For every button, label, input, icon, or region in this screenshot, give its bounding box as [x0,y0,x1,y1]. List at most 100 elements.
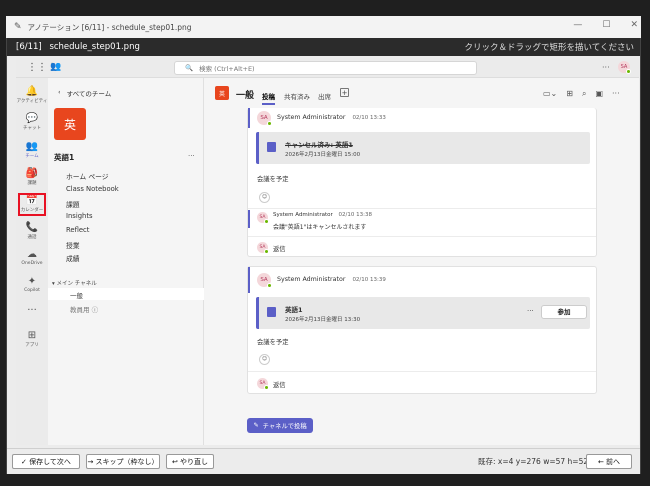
rail-item-apps[interactable]: ⊞ アプリ [16,330,48,348]
skip-button[interactable]: → スキップ（枠なし） [86,454,160,469]
reply-button[interactable]: 返信 [273,380,286,389]
tab-posts[interactable]: 投稿 [262,91,275,105]
feather-icon: ✎ [14,22,22,32]
nav-classes[interactable]: 授業 [66,240,80,250]
user-avatar[interactable]: SA [618,61,631,74]
calendar-icon [267,142,276,152]
team-tile: 英 [54,108,86,140]
save-next-button[interactable]: ✓ 保存して次へ [12,454,80,469]
status-text: 既存: x=4 y=276 w=57 h=52 [478,457,589,466]
annotation-banner: [6/11] schedule_step01.png クリック＆ドラッグで矩形を… [7,38,640,56]
rail-item-copilot[interactable]: ✦ Copilot [16,276,48,293]
meeting-title: 英語1 [285,306,303,314]
minimize-button[interactable]: — [573,20,582,30]
teams-logo-icon: 👥 [50,62,62,72]
post-card: SA System Administrator 02/10 13:39 英語1 … [247,266,597,394]
channel-teachers[interactable]: 教員用 ⓘ [70,304,98,314]
nav-home[interactable]: ホーム ページ [66,171,109,181]
channel-tile: 英 [215,86,229,100]
search-channel-icon[interactable]: ⌕ [582,89,586,99]
cloud-icon: ☁ [27,249,37,260]
post-card: SA System Administrator 02/10 13:33 キャンセ… [247,108,597,257]
author-name: System Administrator [277,114,346,121]
reply-text: 会議"英語1"はキャンセルされます [273,224,367,231]
search-placeholder: 検索 (Ctrl+Alt+E) [199,65,255,73]
copilot-icon: ✦ [27,276,37,287]
meeting-time: 2026年2月13日金曜日 13:30 [285,317,361,323]
meeting-time: 2026年2月13日金曜日 15:00 [285,152,361,158]
channel-title: 一般 [236,91,255,101]
chevron-left-icon: ‹ [58,88,61,96]
redo-button[interactable]: ↩ やり直し [166,454,214,469]
meeting-title: キャンセル済み: 英語1 [285,141,353,149]
author-avatar: SA [257,111,272,126]
grid-icon[interactable]: ⊞ [566,89,573,99]
expand-icon[interactable]: ▣ [595,89,603,99]
window-title: アノテーション [6/11] - schedule_step01.png [27,22,192,32]
reaction-icon[interactable]: ☺ [259,192,270,203]
image-index: [6/11] [16,42,42,52]
tab-attendance[interactable]: 出席 [318,91,331,101]
rail-item-assignments[interactable]: 🎒 課題 [16,168,48,186]
chat-icon: 💬 [25,113,39,124]
title-bar: ✎ アノテーション [6/11] - schedule_step01.png [6,16,641,38]
more-icon: ··· [27,305,37,316]
channel-general-label: 一般 [70,292,83,300]
video-call-icon[interactable]: ▭⌄ [543,89,557,99]
rail-item-chat[interactable]: 💬 チャット [16,113,48,131]
compose-icon: ✎ [253,422,259,429]
post-body: 会議を予定 [257,176,289,183]
more-options-icon[interactable]: ··· [602,63,610,72]
post-time: 02/10 13:33 [352,115,386,121]
meeting-card[interactable]: 英語1 2026年2月13日金曜日 13:30 ··· 参加 [256,297,590,329]
previous-button[interactable]: ← 前へ [586,454,632,469]
team-more-icon[interactable]: ··· [188,152,195,160]
meeting-card[interactable]: キャンセル済み: 英語1 2026年2月13日金曜日 15:00 [256,132,590,164]
nav-grades[interactable]: 成績 [66,253,80,263]
image-filename: schedule_step01.png [49,42,140,52]
instruction-hint: クリック＆ドラッグで矩形を描いてください [464,43,635,53]
teams-icon: 👥 [25,141,39,152]
tab-shared[interactable]: 共有済み [284,91,310,101]
post-time: 02/10 13:39 [352,277,386,283]
bell-icon: 🔔 [25,86,39,97]
window-controls: — ☐ ✕ [573,20,638,30]
search-input[interactable]: 🔍 検索 (Ctrl+Alt+E) [174,61,477,75]
join-button[interactable]: 参加 [541,305,587,319]
nav-insights[interactable]: Insights [66,212,93,220]
author-name: System Administrator [277,276,346,283]
rail-item-activity[interactable]: 🔔 アクティビティ [16,86,48,104]
lock-icon: ⓘ [91,306,99,314]
rail-item-calls[interactable]: 📞 通話 [16,222,48,240]
reply-box-avatar: SA [257,378,269,390]
channel-section[interactable]: ▾ メイン チャネル [52,279,97,287]
annotation-rectangle [18,193,46,216]
meeting-more-icon[interactable]: ··· [527,307,534,315]
rail-item-onedrive[interactable]: ☁ OneDrive [16,249,48,266]
channel-header-actions: ▭⌄ ⊞ ⌕ ▣ ··· [543,89,620,99]
team-name[interactable]: 英語1 [54,152,74,163]
calendar-icon [267,307,276,317]
reply-avatar: SA [257,212,269,224]
nav-reflect[interactable]: Reflect [66,226,89,234]
add-tab-icon[interactable]: + [340,88,349,97]
rail-item-more[interactable]: ··· [16,305,48,317]
channel-more-icon[interactable]: ··· [612,89,620,99]
reply-time: 02/10 13:38 [338,212,372,218]
nav-assignments[interactable]: 課題 [66,199,80,209]
assignments-icon: 🎒 [25,168,39,179]
search-icon: 🔍 [185,64,194,72]
reply-author: System Administrator [273,212,333,218]
phone-icon: 📞 [25,222,39,233]
post-in-channel-button[interactable]: ✎ チャネルで投稿 [247,418,313,433]
reply-button[interactable]: 返信 [273,244,286,253]
back-to-teams[interactable]: ‹ すべてのチーム [58,88,111,98]
maximize-button[interactable]: ☐ [602,20,610,30]
post-body: 会議を予定 [257,339,289,346]
close-button[interactable]: ✕ [630,20,638,30]
reaction-icon[interactable]: ☺ [259,354,270,365]
nav-class-notebook[interactable]: Class Notebook [66,185,119,193]
rail-item-teams[interactable]: 👥 チーム [16,141,48,159]
author-avatar: SA [257,273,272,288]
apps-icon: ⊞ [27,330,37,341]
